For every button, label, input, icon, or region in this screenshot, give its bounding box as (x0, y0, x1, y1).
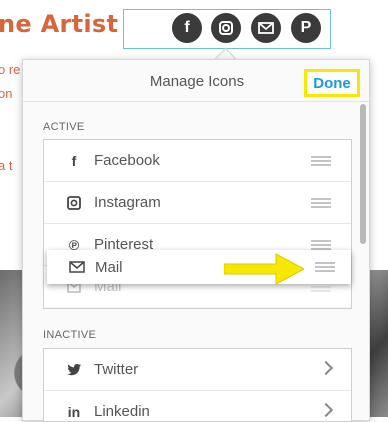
drag-handle-icon[interactable] (311, 198, 331, 208)
instagram-icon (66, 195, 82, 211)
list-item-instagram[interactable]: Instagram (44, 182, 351, 224)
list-item-twitter[interactable]: Twitter (44, 349, 351, 391)
active-section-label: ACTIVE (43, 121, 85, 133)
drag-handle-icon[interactable] (311, 240, 331, 250)
list-item-label: Mail (95, 258, 123, 276)
body-text-line: on (0, 86, 13, 101)
list-item-label: Instagram (94, 194, 161, 211)
chevron-right-icon[interactable] (318, 402, 334, 418)
list-item-label: Facebook (94, 152, 160, 169)
annotation-arrow-icon (224, 253, 304, 285)
site-title: ne Artist (0, 10, 119, 38)
social-icon-bar[interactable]: f P (123, 9, 331, 49)
pinterest-icon[interactable]: P (291, 13, 321, 43)
drag-handle-icon[interactable] (315, 262, 335, 272)
twitter-icon (66, 362, 82, 378)
body-text-line: a t (0, 158, 13, 173)
list-item-label: Linkedin (94, 403, 150, 420)
manage-icons-panel: Manage Icons Done ACTIVE f Facebook Inst… (22, 59, 370, 422)
linkedin-icon: in (67, 403, 81, 420)
list-item-label: Twitter (94, 361, 139, 378)
drag-handle-icon[interactable] (311, 156, 331, 166)
done-button[interactable]: Done (304, 69, 360, 97)
instagram-icon[interactable] (211, 13, 241, 43)
facebook-icon[interactable]: f (172, 13, 202, 43)
divider (23, 101, 369, 102)
mail-icon (69, 261, 85, 273)
inactive-icons-list[interactable]: Twitter in Linkedin (43, 348, 352, 422)
mail-icon[interactable] (251, 13, 281, 43)
scrollbar[interactable] (360, 104, 366, 244)
list-item-facebook[interactable]: f Facebook (44, 140, 351, 182)
chevron-right-icon[interactable] (318, 360, 334, 376)
list-item-linkedin[interactable]: in Linkedin (44, 391, 351, 421)
inactive-section-label: INACTIVE (43, 329, 97, 341)
dragging-list-item-mail[interactable]: Mail (47, 250, 351, 284)
body-text-line: o re (0, 62, 21, 77)
facebook-icon: f (71, 152, 77, 169)
